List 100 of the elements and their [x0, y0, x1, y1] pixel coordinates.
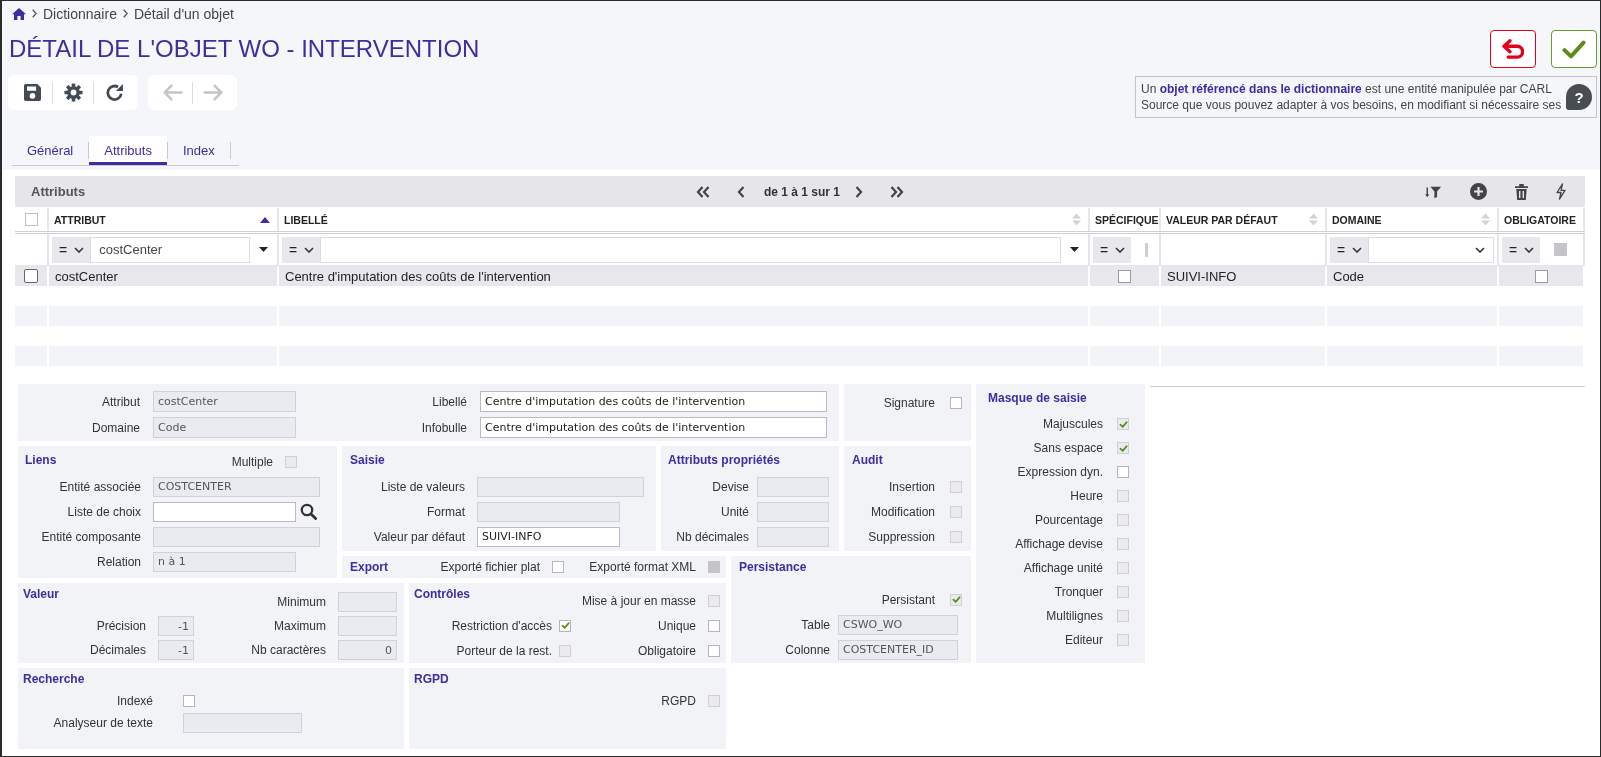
checkbox[interactable] [1118, 269, 1131, 283]
text-field[interactable] [153, 501, 296, 522]
filter-checkbox[interactable] [1554, 243, 1568, 256]
operator-select[interactable]: = [52, 236, 91, 263]
text-field[interactable] [757, 476, 829, 497]
operator-select[interactable]: = [282, 236, 321, 263]
chevron-down-icon[interactable] [304, 246, 315, 253]
checkbox[interactable] [708, 644, 720, 657]
filter-sort-icon[interactable] [1425, 184, 1442, 199]
filter-field[interactable] [320, 236, 1061, 263]
double-chevron-right-icon[interactable] [890, 185, 904, 198]
trash-icon[interactable] [1515, 183, 1528, 200]
chevron-down-icon[interactable] [74, 246, 85, 253]
text-field[interactable] [338, 616, 397, 636]
column-header[interactable]: VALEUR PAR DÉFAUT [1161, 208, 1327, 231]
refresh-icon[interactable] [104, 83, 124, 102]
lightning-icon[interactable] [1556, 183, 1566, 200]
checkbox[interactable] [1117, 466, 1129, 478]
tab[interactable]: Général [12, 136, 89, 165]
double-chevron-left-icon[interactable] [695, 185, 710, 198]
tab[interactable]: Attributs [89, 136, 167, 165]
text-field[interactable] [153, 526, 320, 547]
checkbox[interactable] [708, 619, 720, 632]
field-label: Editeur [1064, 633, 1103, 647]
caret-down-icon[interactable] [259, 247, 268, 252]
select-all-checkbox[interactable] [24, 213, 38, 226]
text-field[interactable]: -1 [158, 640, 194, 660]
text-field[interactable]: -1 [158, 616, 194, 636]
text-field[interactable]: Code [153, 417, 296, 438]
column-header[interactable]: OBLIGATOIRE [1499, 208, 1585, 231]
filter-checkbox[interactable] [1145, 242, 1149, 257]
column-header[interactable]: SPÉCIFIQUE [1090, 208, 1161, 231]
checkbox[interactable] [1534, 269, 1548, 283]
return-arrow-icon [1502, 39, 1524, 59]
settings-icon[interactable] [63, 83, 83, 102]
table-row[interactable]: costCenter Centre d'imputation des coûts de l'intervention SUIVI-INFO Code [15, 266, 1585, 286]
field-label: Porteur de la rest. [456, 643, 552, 658]
search-icon[interactable] [300, 503, 317, 520]
checkbox[interactable] [559, 619, 571, 632]
column-header[interactable]: LIBELLÉ [279, 208, 1090, 231]
field-label: Exporté fichier plat [440, 560, 540, 574]
field-label: Unité [721, 504, 749, 519]
pagination-text: de 1 à 1 sur 1 [763, 184, 840, 199]
chevron-right-icon[interactable] [855, 185, 863, 198]
row-checkbox[interactable] [24, 269, 38, 283]
checkbox[interactable] [950, 397, 962, 409]
column-header[interactable]: DOMAINE [1327, 208, 1499, 231]
caret-down-icon[interactable] [1070, 247, 1079, 252]
filter-field[interactable]: costCenter [90, 236, 250, 263]
operator-select[interactable]: = [1330, 236, 1369, 263]
chevron-down-icon[interactable] [1524, 246, 1535, 253]
text-field[interactable] [338, 592, 397, 612]
checkbox[interactable] [552, 561, 564, 573]
text-field[interactable]: COSTCENTER_ID [838, 639, 958, 660]
undo-button[interactable] [1490, 30, 1536, 68]
chevron-down-icon[interactable] [1352, 246, 1363, 253]
help-button[interactable]: ? [1566, 84, 1592, 110]
text-field[interactable]: n à 1 [153, 551, 296, 572]
text-field[interactable]: COSTCENTER [153, 476, 320, 497]
text-field[interactable] [183, 713, 302, 733]
text-field[interactable]: CSWO_WO [838, 614, 958, 635]
text-field[interactable]: SUIVI-INFO [477, 526, 620, 547]
field-label: Minimum [277, 595, 326, 609]
tab[interactable]: Index [167, 136, 230, 165]
checkbox[interactable] [183, 695, 195, 707]
home-icon[interactable] [12, 7, 26, 20]
field-label: Liste de choix [67, 504, 141, 519]
sort-icon[interactable] [1309, 213, 1318, 226]
operator-select[interactable]: = [1093, 236, 1132, 263]
text-field[interactable]: costCenter [153, 391, 296, 412]
info-text: Un objet référencé dans le dictionnaire est une entité manipulée par CARL Source que vous pouvez adapter à vos besoins, en modifiant si nécessaire ses [1141, 81, 1562, 113]
field-label: Domaine [91, 420, 140, 435]
sort-ascending-icon[interactable] [260, 216, 270, 223]
text-field[interactable] [477, 476, 644, 497]
text-field[interactable] [477, 501, 620, 522]
section-title: Saisie [350, 452, 385, 469]
text-field[interactable]: 0 [338, 640, 397, 660]
section-title: Persistance [739, 559, 807, 576]
text-field[interactable] [757, 526, 829, 547]
checkbox[interactable] [708, 561, 720, 573]
section-title: Contrôles [414, 586, 470, 603]
field-label: Entité composante [41, 529, 141, 544]
operator-select[interactable]: = [1502, 236, 1541, 263]
column-header[interactable]: ATTRIBUT [49, 208, 279, 231]
confirm-button[interactable] [1551, 30, 1597, 68]
chevron-down-icon[interactable] [1475, 246, 1485, 253]
field-label: Format [427, 504, 465, 519]
field-label: Multiple [231, 454, 273, 469]
sort-icon[interactable] [1072, 213, 1081, 226]
text-field[interactable]: Centre d'imputation des coûts de l'intervention [480, 417, 827, 438]
text-field[interactable] [757, 501, 829, 522]
chevron-right-icon [122, 9, 128, 18]
chevron-left-icon[interactable] [736, 185, 745, 198]
select-field[interactable] [1368, 236, 1494, 263]
text-field[interactable]: Centre d'imputation des coûts de l'intervention [480, 391, 827, 412]
chevron-down-icon[interactable] [1115, 246, 1126, 253]
sort-icon[interactable] [1481, 213, 1490, 226]
breadcrumb-link[interactable]: Dictionnaire [43, 5, 117, 22]
breadcrumb-current: Détail d'un objet [133, 5, 234, 22]
field-label: Maximum [274, 619, 326, 633]
